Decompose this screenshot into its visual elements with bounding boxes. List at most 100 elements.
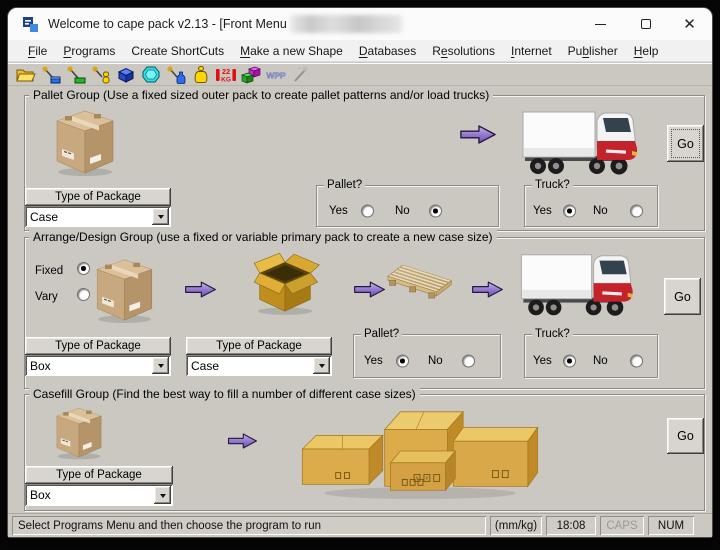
menu-bar: File Programs Create ShortCuts Make a ne… bbox=[8, 40, 712, 62]
wand-icon[interactable] bbox=[290, 65, 312, 85]
menu-resolutions[interactable]: Resolutions bbox=[424, 41, 503, 61]
arrange-truck-yes-radio[interactable] bbox=[563, 355, 576, 368]
pallet-package-combo-value: Case bbox=[25, 210, 171, 224]
status-num-indicator: NUM bbox=[648, 516, 694, 535]
arrow-right-icon bbox=[471, 279, 504, 300]
status-bar: Select Programs Menu and then choose the… bbox=[8, 513, 712, 537]
window-title: Welcome to cape pack v2.13 - [Front Menu bbox=[48, 17, 287, 31]
arrange-truck-question-row: Yes No bbox=[525, 349, 657, 373]
client-area: Pallet Group (Use a fixed sized outer pa… bbox=[8, 86, 712, 513]
closed-box-illustration bbox=[53, 401, 105, 461]
title-bar: Welcome to cape pack v2.13 - [Front Menu… bbox=[8, 8, 712, 40]
redacted-title-text bbox=[290, 15, 402, 33]
pallet-package-combo-dropdown-button[interactable] bbox=[152, 208, 169, 225]
pallet-no-label[interactable]: No bbox=[395, 205, 410, 217]
open-file-icon[interactable] bbox=[15, 65, 37, 85]
menu-make-a-new-shape[interactable]: Make a new Shape bbox=[232, 41, 351, 61]
gem-icon[interactable] bbox=[140, 65, 162, 85]
arrow-right-icon bbox=[459, 123, 497, 146]
screen-background: Welcome to cape pack v2.13 - [Front Menu… bbox=[0, 0, 720, 550]
app-window: Welcome to cape pack v2.13 - [Front Menu… bbox=[8, 8, 712, 537]
pallet-package-combo[interactable]: Case bbox=[25, 206, 171, 227]
pallet-yes-label[interactable]: Yes bbox=[329, 205, 348, 217]
pallet-no-radio[interactable] bbox=[429, 205, 442, 218]
pallet-group: Pallet Group (Use a fixed sized outer pa… bbox=[24, 95, 705, 231]
pallet-go-button[interactable]: Go bbox=[667, 125, 704, 162]
status-time: 18:08 bbox=[546, 516, 596, 535]
arrange-pallet-yes-label[interactable]: Yes bbox=[364, 355, 383, 367]
menu-internet[interactable]: Internet bbox=[503, 41, 560, 61]
menu-file[interactable]: File bbox=[20, 41, 55, 61]
arrange-type-of-package-button-2[interactable]: Type of Package bbox=[186, 337, 332, 355]
toolbar: 22KG WPP bbox=[8, 63, 712, 86]
arrange-truck-question-title: Truck? bbox=[532, 328, 573, 340]
cases-icon[interactable] bbox=[240, 65, 262, 85]
minimize-button[interactable] bbox=[578, 8, 623, 40]
arrange-truck-no-label[interactable]: No bbox=[593, 355, 608, 367]
package-icon[interactable] bbox=[115, 65, 137, 85]
arrange-package-combo-2-value: Case bbox=[186, 359, 332, 373]
vary-label[interactable]: Vary bbox=[35, 291, 58, 303]
arrow-right-icon bbox=[227, 431, 258, 451]
pallet-question-group: Pallet? Yes No bbox=[316, 185, 499, 227]
truck-yes-radio[interactable] bbox=[563, 205, 576, 218]
pallet-yes-radio[interactable] bbox=[361, 205, 374, 218]
casefill-package-combo[interactable]: Box bbox=[25, 484, 173, 506]
arrange-go-button[interactable]: Go bbox=[664, 278, 701, 315]
arrange-pallet-question-row: Yes No bbox=[354, 349, 500, 373]
menu-databases[interactable]: Databases bbox=[351, 41, 424, 61]
arrange-package-combo-1[interactable]: Box bbox=[25, 355, 171, 376]
menu-publisher[interactable]: Publisher bbox=[560, 41, 626, 61]
pallet-illustration bbox=[387, 262, 467, 308]
arrow-right-icon bbox=[353, 279, 386, 300]
closed-box-illustration bbox=[53, 102, 117, 178]
truck-question-row: Yes No bbox=[525, 200, 657, 222]
wizard-bottle-icon[interactable] bbox=[165, 65, 187, 85]
pallet-question-row: Yes No bbox=[317, 200, 498, 222]
close-button[interactable]: ✕ bbox=[667, 8, 712, 40]
menu-help[interactable]: Help bbox=[626, 41, 667, 61]
arrange-pallet-no-radio[interactable] bbox=[462, 355, 475, 368]
closed-box-illustration bbox=[88, 251, 161, 325]
arrange-package-combo-2[interactable]: Case bbox=[186, 355, 332, 376]
status-units[interactable]: (mm/kg) bbox=[490, 516, 542, 535]
arrange-pallet-question-group: Pallet? Yes No bbox=[353, 334, 501, 378]
casefill-type-of-package-button[interactable]: Type of Package bbox=[25, 466, 173, 484]
arrange-pallet-no-label[interactable]: No bbox=[428, 355, 443, 367]
arrange-package-combo-1-value: Box bbox=[25, 359, 171, 373]
svg-text:22: 22 bbox=[222, 67, 230, 76]
arrange-truck-no-radio[interactable] bbox=[630, 355, 643, 368]
chevron-down-icon bbox=[158, 364, 164, 371]
bottle-icon[interactable] bbox=[190, 65, 212, 85]
arrange-package-combo-2-dropdown-button[interactable] bbox=[313, 357, 330, 374]
wizard-case-icon[interactable] bbox=[40, 65, 62, 85]
casefill-go-button[interactable]: Go bbox=[667, 418, 704, 454]
fixed-label[interactable]: Fixed bbox=[35, 265, 63, 277]
arrange-pallet-yes-radio[interactable] bbox=[396, 355, 409, 368]
svg-text:WPP: WPP bbox=[266, 70, 286, 80]
truck-no-label[interactable]: No bbox=[593, 205, 608, 217]
wizard-stack-icon[interactable] bbox=[90, 65, 112, 85]
casefill-group: Casefill Group (Find the best way to fil… bbox=[24, 394, 705, 511]
truck-question-group: Truck? Yes No bbox=[524, 185, 658, 227]
casefill-package-combo-dropdown-button[interactable] bbox=[154, 486, 171, 504]
menu-create-shortcuts[interactable]: Create ShortCuts bbox=[123, 41, 232, 61]
arrange-group-title: Arrange/Design Group (use a fixed or var… bbox=[29, 230, 497, 244]
wizard-tray-icon[interactable] bbox=[65, 65, 87, 85]
casefill-package-combo-value: Box bbox=[25, 488, 173, 502]
truck-illustration bbox=[521, 104, 639, 184]
arrange-type-of-package-button-1[interactable]: Type of Package bbox=[25, 337, 171, 355]
truck-no-radio[interactable] bbox=[630, 205, 643, 218]
wpp-icon[interactable]: WPP bbox=[265, 65, 287, 85]
pallet-type-of-package-button[interactable]: Type of Package bbox=[25, 188, 171, 206]
maximize-icon bbox=[641, 19, 651, 29]
truck-yes-label[interactable]: Yes bbox=[533, 205, 552, 217]
casefill-group-title: Casefill Group (Find the best way to fil… bbox=[29, 387, 420, 401]
chevron-down-icon bbox=[319, 364, 325, 371]
menu-programs[interactable]: Programs bbox=[55, 41, 123, 61]
arrange-truck-yes-label[interactable]: Yes bbox=[533, 355, 552, 367]
status-caps-indicator: CAPS bbox=[600, 516, 644, 535]
arrange-package-combo-1-dropdown-button[interactable] bbox=[152, 357, 169, 374]
maximize-button[interactable] bbox=[623, 8, 668, 40]
weight-limit-icon[interactable]: 22KG bbox=[215, 65, 237, 85]
